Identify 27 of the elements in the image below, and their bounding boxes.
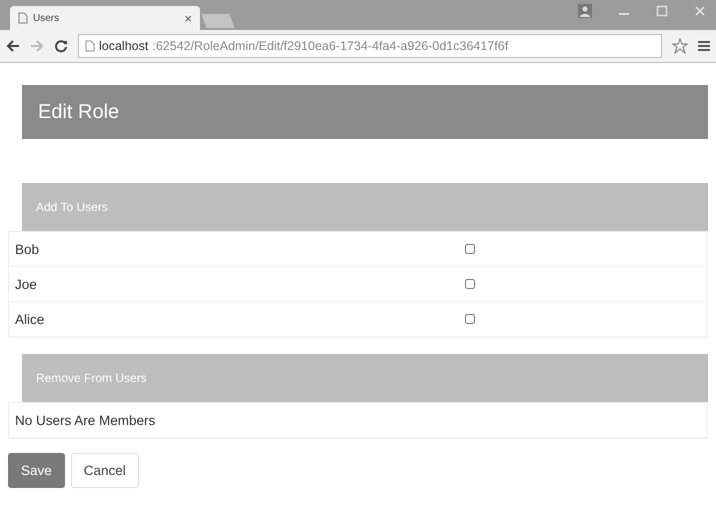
page-icon xyxy=(85,40,95,52)
star-icon[interactable] xyxy=(672,38,688,54)
menu-icon[interactable] xyxy=(698,40,710,52)
maximize-icon[interactable] xyxy=(656,5,668,17)
user-checkbox[interactable] xyxy=(465,314,475,324)
user-name: Alice xyxy=(15,312,46,326)
user-checkbox[interactable] xyxy=(465,244,475,254)
tab-title: Users xyxy=(33,12,60,24)
panel-title: Remove From Users xyxy=(36,371,147,385)
page-title: Edit Role xyxy=(38,100,120,124)
user-checkbox[interactable] xyxy=(465,279,475,289)
page-icon xyxy=(18,12,28,24)
address-bar[interactable]: localhost :62542/RoleAdmin/Edit/f2910ea6-1734-4fa4-a926-0d1c36417f6f xyxy=(78,34,662,58)
back-icon[interactable] xyxy=(6,39,20,53)
url-path: :62542/RoleAdmin/Edit/f2910ea6-1734-4fa4-a926-0d1c36417f6f xyxy=(152,39,508,53)
browser-tab[interactable]: Users × xyxy=(10,6,200,30)
reload-icon[interactable] xyxy=(54,39,68,53)
cancel-button[interactable]: Cancel xyxy=(70,453,139,488)
close-tab-button[interactable]: × xyxy=(184,10,192,26)
save-button[interactable]: Save xyxy=(8,453,65,488)
empty-message: No Users Are Members xyxy=(15,412,156,428)
url-host: localhost xyxy=(99,39,148,53)
panel-title: Add To Users xyxy=(36,200,108,214)
user-icon[interactable] xyxy=(578,4,592,18)
user-name: Bob xyxy=(15,242,40,256)
close-icon[interactable] xyxy=(694,5,706,17)
user-name: Joe xyxy=(15,276,38,292)
